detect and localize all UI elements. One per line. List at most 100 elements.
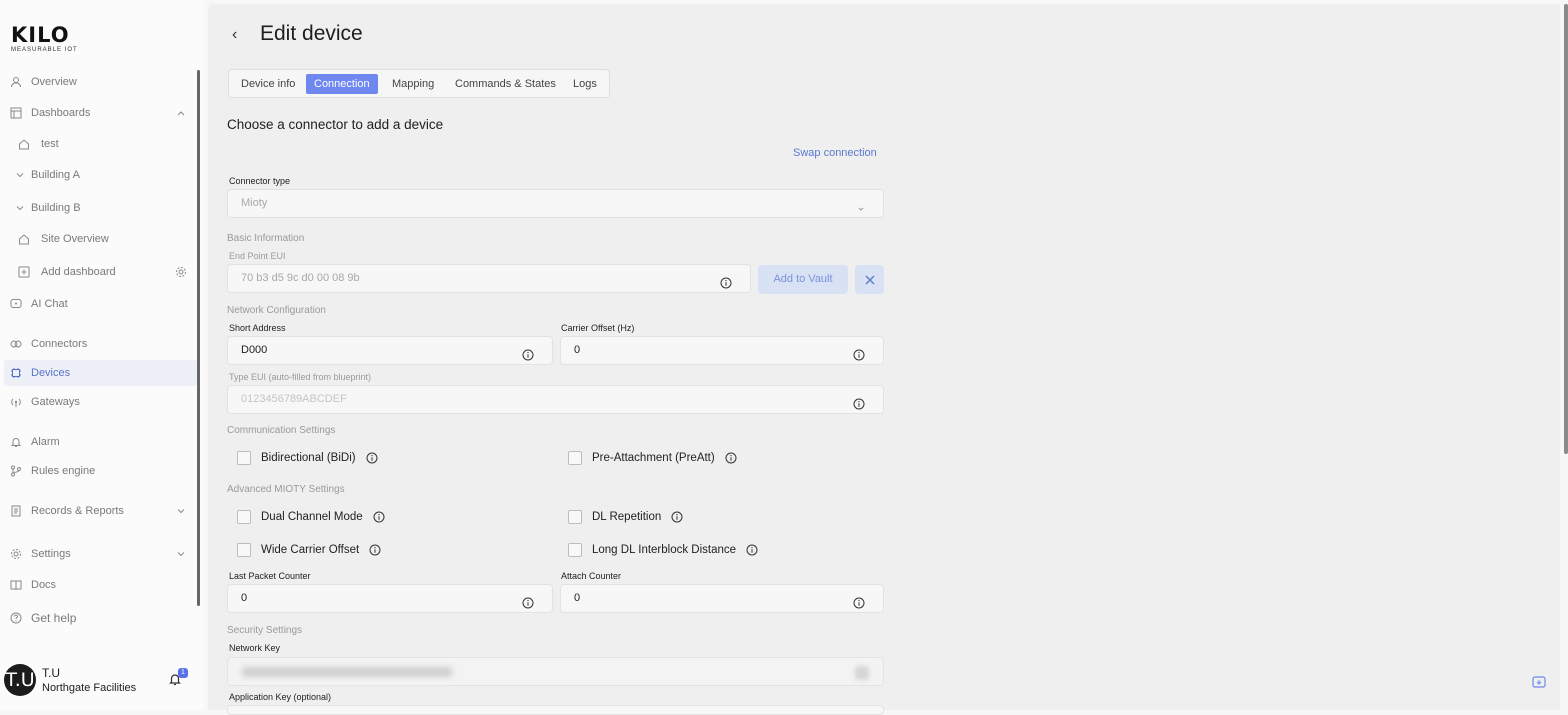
checkbox-box[interactable] — [237, 451, 251, 465]
avatar[interactable]: T.U — [4, 664, 36, 696]
sidebar-item-connectors[interactable]: Connectors — [4, 331, 197, 357]
preatt-checkbox[interactable]: Pre-Attachment (PreAtt) — [568, 450, 737, 466]
info-icon[interactable] — [746, 544, 758, 556]
chat-widget-icon[interactable] — [1532, 676, 1546, 690]
swap-connection-link[interactable]: Swap connection — [793, 147, 877, 159]
sidebar-item-label: Dashboards — [31, 107, 91, 119]
chevron-down-icon[interactable] — [175, 505, 187, 517]
sidebar-item-label: AI Chat — [31, 298, 68, 310]
sidebar-item-settings[interactable]: Settings — [4, 541, 197, 567]
antenna-icon — [10, 396, 22, 408]
sidebar-item-site-overview[interactable]: Site Overview — [4, 226, 197, 252]
home-icon — [18, 138, 30, 150]
sidebar-item-label: Connectors — [31, 338, 88, 350]
info-icon[interactable] — [522, 593, 534, 609]
sidebar-item-get-help[interactable]: Get help — [4, 605, 197, 631]
gear-icon — [10, 548, 22, 560]
info-icon[interactable] — [720, 273, 732, 289]
carrier-offset-label: Carrier Offset (Hz) — [561, 323, 635, 333]
sidebar-item-docs[interactable]: Docs — [4, 572, 197, 598]
sidebar-item-rules-engine[interactable]: Rules engine — [4, 458, 197, 484]
sidebar-item-label: Site Overview — [41, 233, 109, 245]
chat-icon — [10, 298, 22, 310]
sidebar-item-ai-chat[interactable]: AI Chat — [4, 291, 197, 317]
info-icon[interactable] — [853, 345, 865, 361]
last-packet-field[interactable]: 0 — [227, 584, 553, 613]
sidebar-item-building-b[interactable]: Building B — [4, 195, 197, 221]
sidebar-item-building-a[interactable]: Building A — [4, 162, 197, 188]
sidebar-item-add-dashboard[interactable]: Add dashboard — [4, 259, 197, 285]
info-icon[interactable] — [725, 452, 737, 464]
plus-square-icon — [18, 266, 30, 278]
chevron-up-icon[interactable] — [175, 107, 187, 119]
attach-counter-field[interactable]: 0 — [560, 584, 884, 613]
info-icon[interactable] — [369, 544, 381, 556]
gear-icon[interactable] — [175, 266, 187, 278]
bidi-checkbox[interactable]: Bidirectional (BiDi) — [237, 450, 378, 466]
checkbox-box[interactable] — [568, 510, 582, 524]
attach-counter-label: Attach Counter — [561, 571, 622, 581]
wide-carrier-checkbox[interactable]: Wide Carrier Offset — [237, 542, 381, 558]
info-icon[interactable] — [671, 511, 683, 523]
chevron-down-icon — [856, 198, 866, 211]
user-icon — [10, 76, 22, 88]
short-address-field[interactable]: D000 — [227, 336, 553, 365]
sidebar-item-dashboards[interactable]: Dashboards — [4, 100, 197, 126]
sidebar-item-alarm[interactable]: Alarm — [4, 429, 197, 455]
masked-key — [242, 667, 452, 677]
info-icon[interactable] — [853, 593, 865, 609]
communication-settings-heading: Communication Settings — [227, 425, 336, 436]
eui-field[interactable]: 70 b3 d5 9c d0 00 08 9b — [227, 264, 751, 293]
carrier-offset-value: 0 — [574, 344, 581, 356]
logo-text: KILO — [11, 23, 70, 47]
back-button[interactable]: ‹ — [232, 26, 244, 44]
type-eui-field[interactable]: 0123456789ABCDEF — [227, 385, 884, 414]
brand-logo[interactable]: KILO MEASURABLE IOT — [11, 24, 78, 53]
sidebar-item-label: Alarm — [31, 436, 60, 448]
eye-icon[interactable] — [855, 666, 869, 680]
dl-repetition-checkbox[interactable]: DL Repetition — [568, 509, 683, 525]
sidebar-item-devices[interactable]: Devices — [4, 360, 197, 386]
main-scrollbar[interactable] — [1564, 4, 1568, 454]
info-icon[interactable] — [853, 394, 865, 410]
add-to-vault-button[interactable]: Add to Vault — [758, 265, 848, 294]
help-icon — [10, 612, 22, 624]
long-dl-checkbox[interactable]: Long DL Interblock Distance — [568, 542, 758, 558]
checkbox-box[interactable] — [568, 543, 582, 557]
carrier-offset-field[interactable]: 0 — [560, 336, 884, 365]
sidebar-item-gateways[interactable]: Gateways — [4, 389, 197, 415]
tab-logs[interactable]: Logs — [565, 74, 605, 94]
sidebar-item-test[interactable]: test — [4, 131, 197, 157]
sidebar-item-label: Building B — [31, 202, 81, 214]
sidebar-item-records-reports[interactable]: Records & Reports — [4, 498, 197, 524]
tab-device-info[interactable]: Device info — [233, 74, 303, 94]
connector-type-label: Connector type — [229, 176, 291, 186]
user-name: T.U — [42, 666, 60, 680]
network-key-field[interactable] — [227, 657, 884, 686]
info-icon[interactable] — [522, 345, 534, 361]
checkbox-box[interactable] — [237, 510, 251, 524]
sidebar: KILO MEASURABLE IOT Overview Dashboards … — [0, 0, 204, 710]
security-settings-heading: Security Settings — [227, 625, 303, 636]
info-icon[interactable] — [366, 452, 378, 464]
checkbox-box[interactable] — [237, 543, 251, 557]
connector-type-select[interactable]: Mioty — [227, 189, 884, 218]
clear-button[interactable] — [855, 265, 884, 294]
sidebar-item-label: Building A — [31, 169, 80, 181]
chip-icon — [10, 367, 22, 379]
tab-commands-states[interactable]: Commands & States — [447, 74, 564, 94]
sidebar-scrollbar[interactable] — [197, 70, 200, 606]
sidebar-item-overview[interactable]: Overview — [4, 69, 197, 95]
checkbox-box[interactable] — [568, 451, 582, 465]
chevron-down-icon[interactable] — [175, 548, 187, 560]
dual-channel-checkbox[interactable]: Dual Channel Mode — [237, 509, 385, 525]
close-icon — [865, 275, 874, 284]
tab-mapping[interactable]: Mapping — [384, 74, 442, 94]
sidebar-item-label: Overview — [31, 76, 77, 88]
user-profile[interactable]: T.U T.U Northgate Facilities 1 — [3, 663, 199, 697]
last-packet-label: Last Packet Counter — [229, 571, 311, 581]
logo-tagline: MEASURABLE IOT — [11, 47, 78, 53]
tab-connection[interactable]: Connection — [306, 74, 378, 94]
info-icon[interactable] — [373, 511, 385, 523]
application-key-field[interactable] — [227, 705, 884, 715]
